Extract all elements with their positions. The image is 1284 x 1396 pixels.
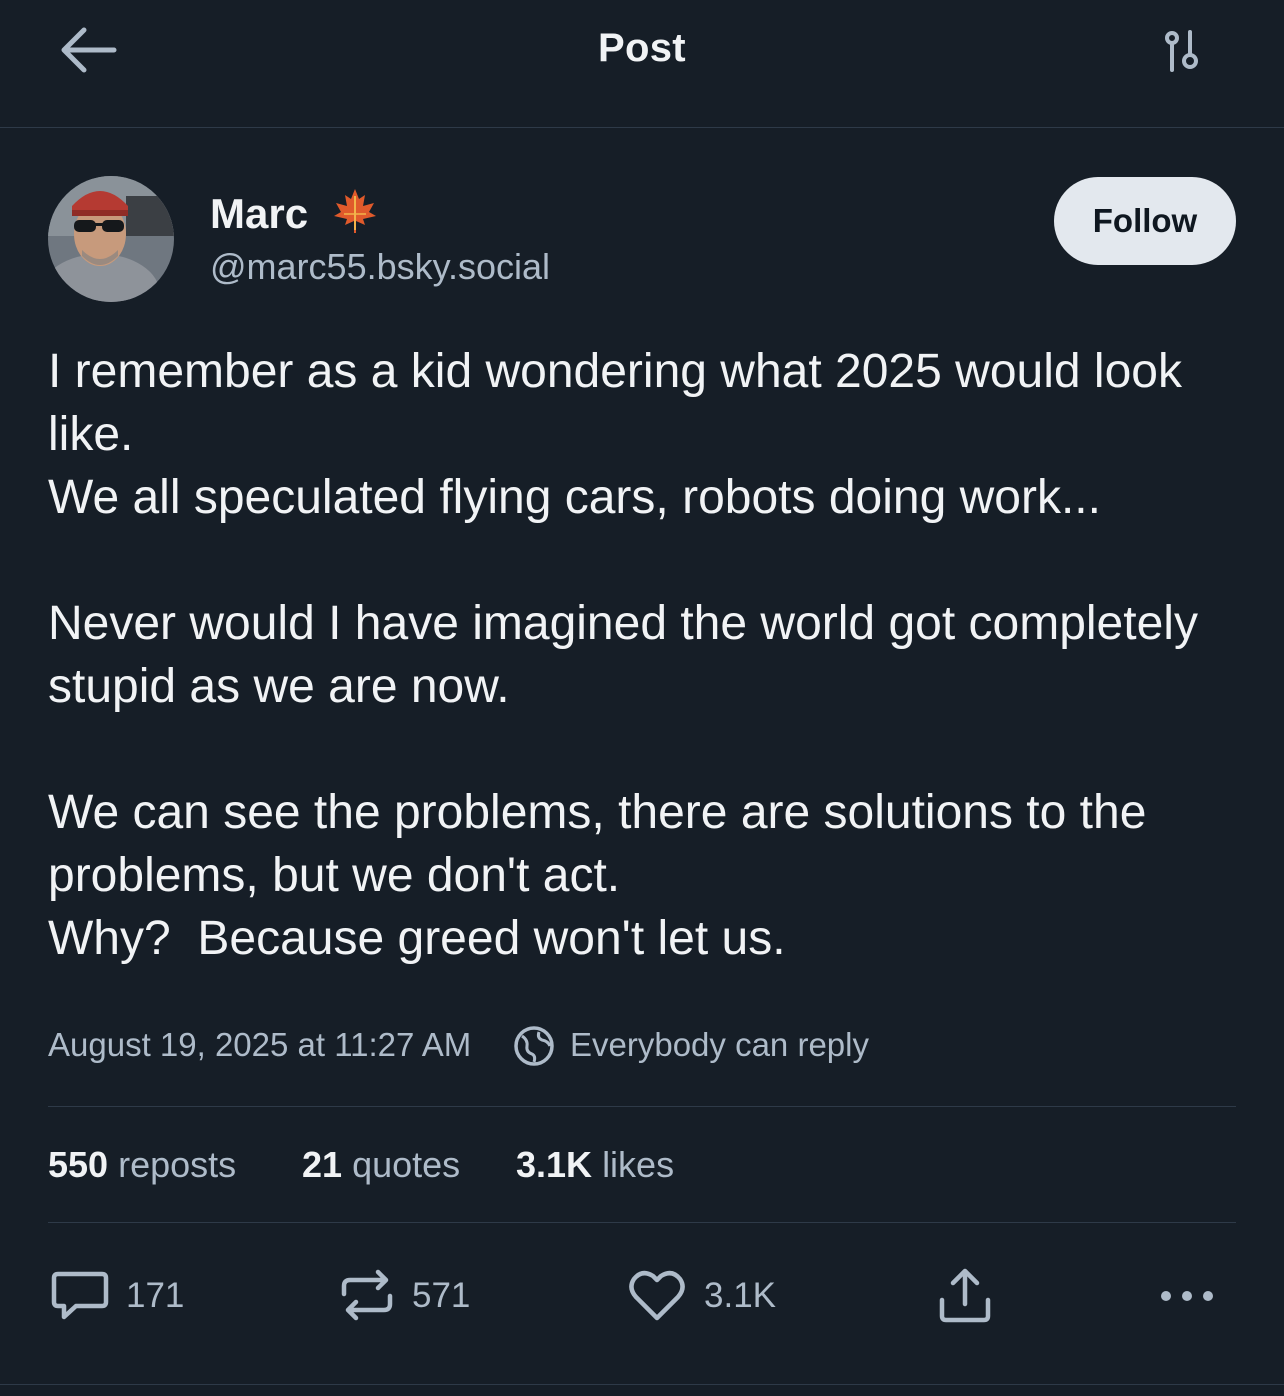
repost-button[interactable]: 571 <box>336 1266 476 1326</box>
share-icon <box>939 1268 991 1323</box>
reply-setting[interactable]: Everybody can reply <box>570 1026 869 1064</box>
repost-count: 571 <box>412 1276 471 1315</box>
reply-count: 171 <box>126 1276 185 1315</box>
post-timestamp: August 19, 2025 at 11:27 AM <box>48 1026 472 1063</box>
heart-icon <box>629 1270 685 1321</box>
divider <box>48 1222 1236 1223</box>
likes-label: likes <box>602 1144 675 1185</box>
thread-options-button[interactable] <box>1156 24 1212 80</box>
page-title: Post <box>598 26 686 70</box>
maple-leaf-icon <box>334 189 376 233</box>
likes-count: 3.1K <box>516 1144 593 1185</box>
sliders-icon <box>1165 30 1198 72</box>
share-button[interactable] <box>934 1266 996 1326</box>
divider <box>0 1384 1284 1385</box>
author-name[interactable]: Marc <box>210 190 308 238</box>
quotes-count: 21 <box>302 1144 343 1185</box>
globe-icon <box>514 1026 554 1066</box>
more-icon <box>1161 1291 1213 1301</box>
post-screen: Post Marc @marc55.bsky.social Follow I r… <box>0 0 1284 1396</box>
like-count: 3.1K <box>704 1276 776 1315</box>
repost-icon <box>341 1269 393 1321</box>
post-meta: August 19, 2025 at 11:27 AM Everybody ca… <box>48 1024 1238 1068</box>
like-button[interactable]: 3.1K <box>626 1266 786 1326</box>
avatar[interactable] <box>48 176 174 302</box>
reply-icon <box>51 1271 109 1320</box>
reposts-stat[interactable]: 550 reposts <box>48 1144 236 1186</box>
reposts-label: reposts <box>118 1144 237 1185</box>
more-options-button[interactable] <box>1156 1266 1218 1326</box>
divider <box>48 1106 1236 1107</box>
quotes-stat[interactable]: 21 quotes <box>302 1144 460 1186</box>
quotes-label: quotes <box>352 1144 461 1185</box>
post-text: I remember as a kid wondering what 2025 … <box>48 345 1198 965</box>
follow-button[interactable]: Follow <box>1054 177 1236 265</box>
likes-stat[interactable]: 3.1K likes <box>516 1144 674 1186</box>
reply-button[interactable]: 171 <box>50 1266 190 1326</box>
author-handle[interactable]: @marc55.bsky.social <box>210 246 550 288</box>
top-bar: Post <box>0 0 1284 128</box>
reposts-count: 550 <box>48 1144 109 1185</box>
